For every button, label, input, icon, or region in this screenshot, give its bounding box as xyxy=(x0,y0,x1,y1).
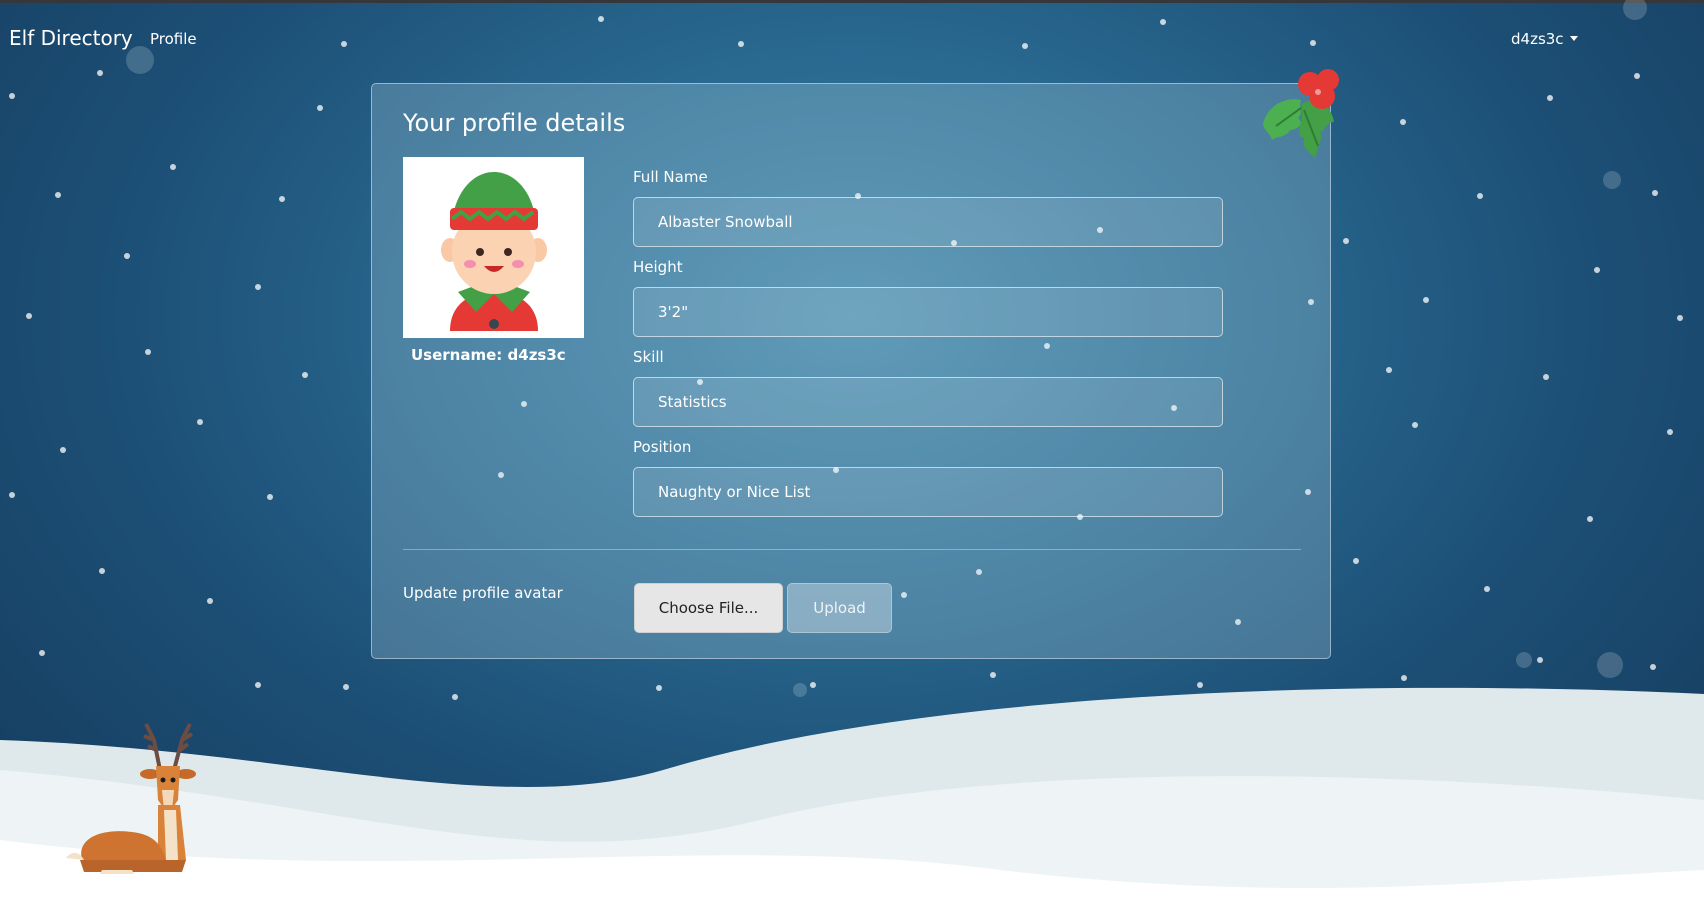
card-divider xyxy=(403,549,1301,550)
reindeer-icon xyxy=(66,723,196,874)
caret-down-icon xyxy=(1569,36,1578,41)
update-avatar-label: Update profile avatar xyxy=(403,584,563,602)
profile-avatar xyxy=(403,157,584,338)
full-name-label: Full Name xyxy=(633,168,708,186)
user-menu-dropdown[interactable]: d4zs3c xyxy=(1511,30,1578,48)
choose-file-button[interactable]: Choose File... xyxy=(634,583,783,633)
navbar: Elf Directory Profile d4zs3c xyxy=(0,20,1704,60)
holly-icon xyxy=(1263,69,1339,158)
upload-button[interactable]: Upload xyxy=(787,583,892,633)
username-value: d4zs3c xyxy=(507,346,566,364)
username-caption: Username: d4zs3c xyxy=(411,346,566,364)
elf-avatar-icon xyxy=(410,164,577,331)
card-title: Your profile details xyxy=(403,109,626,137)
user-menu-label: d4zs3c xyxy=(1511,30,1564,48)
position-label: Position xyxy=(633,438,692,456)
skill-label: Skill xyxy=(633,348,664,366)
username-prefix: Username: xyxy=(411,346,503,364)
profile-card: Your profile details Username: d4zs3c Fu… xyxy=(371,69,1339,659)
height-label: Height xyxy=(633,258,683,276)
skill-field[interactable] xyxy=(633,377,1223,427)
brand-link[interactable]: Elf Directory xyxy=(9,26,133,50)
full-name-field[interactable] xyxy=(633,197,1223,247)
nav-profile-link[interactable]: Profile xyxy=(150,30,197,48)
height-field[interactable] xyxy=(633,287,1223,337)
position-field[interactable] xyxy=(633,467,1223,517)
snow-hills xyxy=(0,687,1704,905)
